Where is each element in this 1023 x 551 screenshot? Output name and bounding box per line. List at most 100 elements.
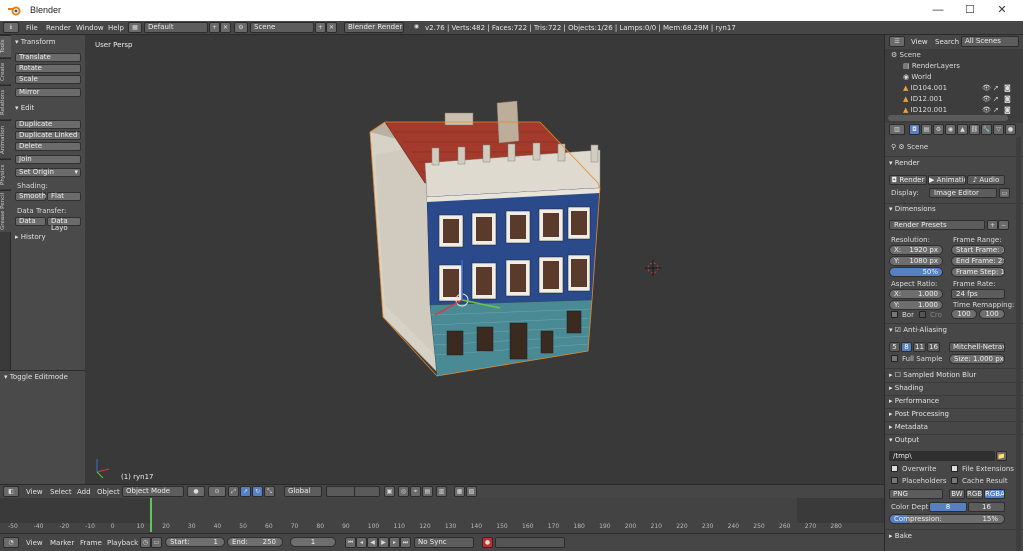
aa-filter-select[interactable]: Mitchell-Netrav... [949,342,1005,352]
outliner-filter-select[interactable]: All Scenes [961,36,1019,47]
menu-render[interactable]: Render [46,24,71,32]
scene-add-icon[interactable]: + [315,22,326,33]
color-rgb-button[interactable]: RGB [966,489,983,499]
tab-tools[interactable]: Tools [0,35,11,57]
manipulator-toggle-icon[interactable]: ⤢ [228,486,239,497]
aa-samples-11-button[interactable]: 11 [913,342,926,352]
file-extensions-checkbox[interactable] [951,465,958,472]
visibility-eye-icon[interactable]: 👁 [982,95,991,103]
menu-add[interactable]: Add [77,488,91,496]
performance-panel-header[interactable]: ▸ Performance [889,397,939,405]
motion-blur-panel-header[interactable]: ▸ ☐ Sampled Motion Blur [889,371,976,379]
flat-button[interactable]: Flat [47,192,81,201]
timeline[interactable]: -50 -40 -20 -10 0 10 20 30 40 50 60 70 80 90 100 110 120… [0,498,884,533]
render-layers-tab-icon[interactable]: ▤ [921,124,932,135]
crop-checkbox[interactable] [919,311,926,318]
minimize-button[interactable]: — [922,0,954,21]
compression-slider[interactable]: Compression: 15% [889,514,1005,524]
aa-samples-16-button[interactable]: 16 [927,342,940,352]
outliner-scrollbar[interactable] [888,115,1008,121]
cache-result-checkbox[interactable] [951,477,958,484]
full-sample-checkbox[interactable] [891,355,898,362]
render-panel-header[interactable]: ▾ Render [889,159,920,167]
resolution-percentage-slider[interactable]: 50% [889,267,943,277]
lock-frame-icon[interactable]: ▭ [151,537,162,548]
remap-new-field[interactable]: 100 [979,309,1005,319]
join-button[interactable]: Join [15,155,81,164]
translate-manipulator-icon[interactable]: ↗ [240,486,251,497]
render-camera-icon[interactable]: ◙ [1004,84,1011,92]
jump-end-icon[interactable]: ⏭ [400,537,411,548]
resolution-y-field[interactable]: Y: 1080 px [889,256,943,266]
depth-8-button[interactable]: 8 [929,502,967,512]
duplicate-linked-button[interactable]: Duplicate Linked [15,131,81,140]
dimensions-panel-header[interactable]: ▾ Dimensions [889,205,936,213]
select-arrow-icon[interactable]: ➚ [993,106,999,114]
menu-file[interactable]: File [26,24,38,32]
prev-keyframe-icon[interactable]: ◂ [356,537,367,548]
smooth-button[interactable]: Smooth [15,192,46,201]
layout-icon[interactable]: ▦ [128,22,142,33]
object-tab-icon[interactable]: ▲ [957,124,968,135]
world-tab-icon[interactable]: ◉ [945,124,956,135]
keying-set-field[interactable] [495,537,565,548]
opengl-anim-icon[interactable]: ▧ [466,486,477,497]
aa-samples-5-button[interactable]: 5 [889,342,900,352]
menu-window[interactable]: Window [76,24,104,32]
tab-animation[interactable]: Animation [0,120,11,158]
file-format-select[interactable]: PNG [889,489,943,499]
pivot-point-icon[interactable]: ⊙ [208,486,226,497]
jump-start-icon[interactable]: ⏮ [345,537,356,548]
post-processing-panel-header[interactable]: ▸ Post Processing [889,410,949,418]
filter-size-field[interactable]: Size: 1.000 px [949,354,1005,364]
placeholders-checkbox[interactable] [891,477,898,484]
tab-relations[interactable]: Relations [0,85,11,119]
rotate-button[interactable]: Rotate [15,64,81,73]
render-button[interactable]: ◘ Render [889,175,927,185]
constraints-tab-icon[interactable]: ⛓ [969,124,980,135]
rotate-manipulator-icon[interactable]: ↻ [252,486,263,497]
editor-type-icon[interactable]: ℹ [3,22,19,33]
start-frame-prop-field[interactable]: Start Frame: 1 [951,245,1005,255]
outliner-item[interactable]: ▲ ID120.001 [903,106,947,114]
editor-type-outliner-icon[interactable]: ☰ [889,36,905,47]
scene-field[interactable]: Scene [250,22,314,33]
render-camera-icon[interactable]: ◙ [1004,106,1011,114]
timeline-menu-playback[interactable]: Playback [107,539,138,547]
proportional-edit-icon[interactable]: ◎ [398,486,409,497]
data-layout-button[interactable]: Data Layo [47,217,81,232]
preset-remove-icon[interactable]: − [998,220,1009,230]
outliner-item[interactable]: ⚙ Scene [891,51,921,59]
end-frame-field[interactable]: End: 250 [227,537,283,547]
current-frame-indicator[interactable] [150,498,152,532]
transform-panel-header[interactable]: ▾ Transform [15,38,56,46]
toggle-editmode-header[interactable]: ▾ Toggle Editmode [4,373,68,381]
aa-samples-8-button[interactable]: 8 [901,342,912,352]
play-icon[interactable]: ▶ [378,537,389,548]
history-panel-header[interactable]: ▸ History [15,233,46,241]
viewport-shading-icon[interactable]: ● [187,486,205,497]
render-tab-icon[interactable]: ◘ [909,124,920,135]
snap-icon[interactable]: ⌖ [410,486,421,497]
transform-orientation-select[interactable]: Global [284,486,322,497]
preview-range-icon[interactable]: ◷ [140,537,151,548]
display-select[interactable]: Image Editor [929,188,997,198]
data-tab-icon[interactable]: ▽ [993,124,1004,135]
select-arrow-icon[interactable]: ➚ [993,95,999,103]
menu-select[interactable]: Select [50,488,72,496]
aspect-x-field[interactable]: X: 1.000 [889,289,943,299]
display-lock-icon[interactable]: ▭ [999,188,1010,198]
duplicate-button[interactable]: Duplicate [15,120,81,129]
visibility-eye-icon[interactable]: 👁 [982,106,991,114]
data-button[interactable]: Data [15,217,46,226]
outliner-item[interactable]: ▤ RenderLayers [903,62,960,70]
border-checkbox[interactable] [891,311,898,318]
outliner-item[interactable]: ▲ ID104.001 [903,84,947,92]
visibility-eye-icon[interactable]: 👁 [982,84,991,92]
audio-button[interactable]: ♪ Audio [967,175,1005,185]
editor-type-timeline-icon[interactable]: ◔ [3,537,19,548]
timeline-menu-view[interactable]: View [26,539,43,547]
start-frame-field[interactable]: Start: 1 [165,537,225,547]
anti-aliasing-panel-header[interactable]: ▾ ☑ Anti-Aliasing [889,326,947,334]
aspect-y-field[interactable]: Y: 1.000 [889,300,943,310]
